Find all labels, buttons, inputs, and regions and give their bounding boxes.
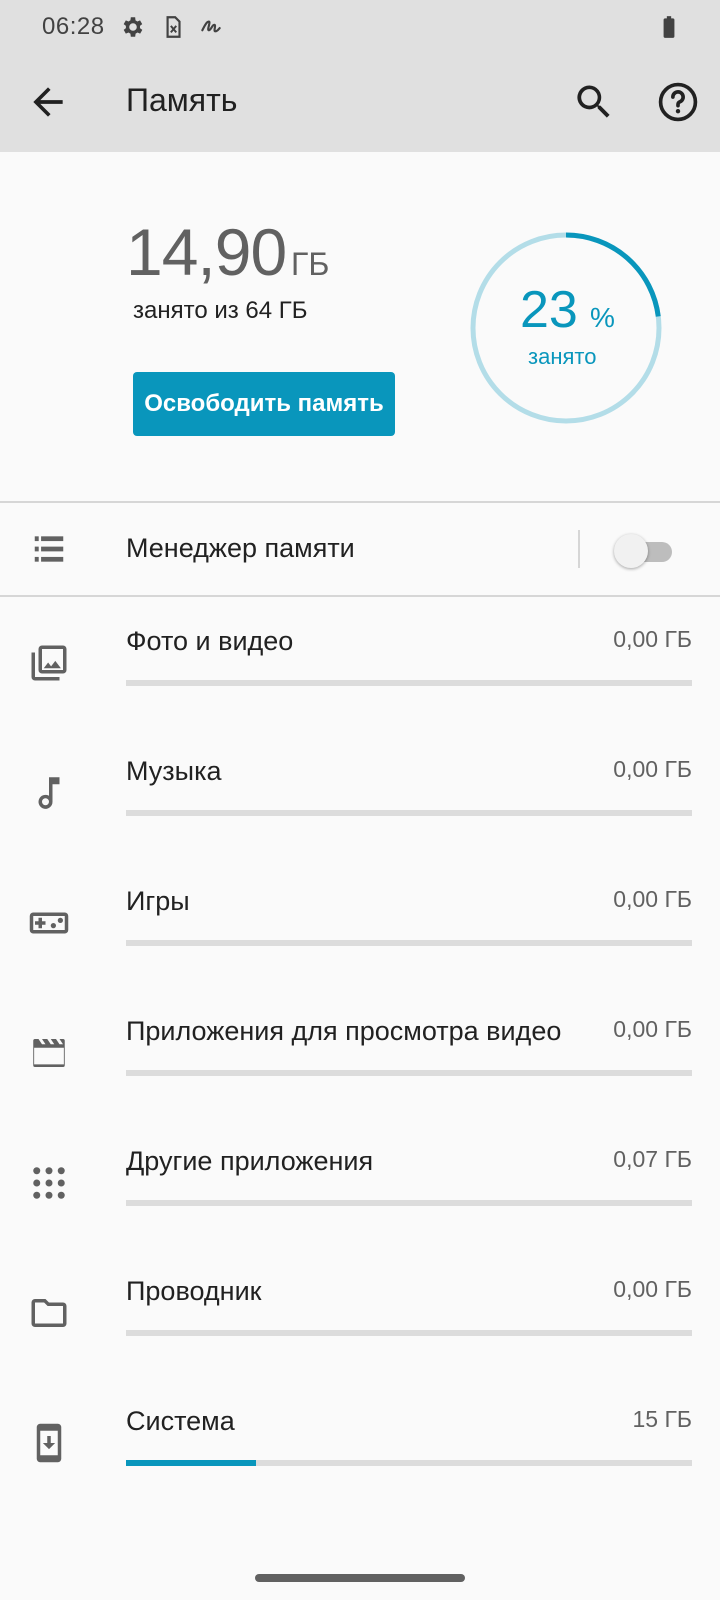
usage-percent-sign: % bbox=[590, 302, 615, 333]
navigation-handle[interactable] bbox=[255, 1574, 465, 1582]
category-usage-bar bbox=[126, 1460, 692, 1466]
system-update-icon bbox=[28, 1422, 70, 1464]
status-time: 06:28 bbox=[42, 13, 105, 40]
category-usage-fill bbox=[126, 1460, 257, 1466]
category-label: Фото и видео bbox=[126, 626, 294, 656]
category-label: Система bbox=[126, 1406, 235, 1436]
category-label: Приложения для просмотра видео bbox=[126, 1016, 562, 1046]
category-size: 15 ГБ bbox=[632, 1406, 692, 1432]
category-size: 0,07 ГБ bbox=[613, 1146, 692, 1172]
category-usage-bar bbox=[126, 1330, 692, 1336]
divider bbox=[0, 595, 720, 597]
category-size: 0,00 ГБ bbox=[613, 1016, 692, 1042]
back-button[interactable] bbox=[26, 80, 70, 124]
page-title: Память bbox=[126, 82, 238, 118]
category-row-other-apps[interactable]: Другие приложения 0,07 ГБ bbox=[0, 1146, 720, 1256]
category-size: 0,00 ГБ bbox=[613, 756, 692, 782]
movie-icon bbox=[28, 1032, 70, 1074]
used-storage-value: 14,90 bbox=[126, 215, 287, 289]
category-usage-bar bbox=[126, 1070, 692, 1076]
category-label: Другие приложения bbox=[126, 1146, 374, 1176]
category-row-system[interactable]: Система 15 ГБ bbox=[0, 1406, 720, 1516]
photo-library-icon bbox=[28, 642, 70, 684]
used-storage-unit: ГБ bbox=[291, 246, 330, 282]
category-label: Музыка bbox=[126, 756, 222, 786]
usage-percent: 23 bbox=[520, 281, 578, 339]
category-size: 0,00 ГБ bbox=[613, 626, 692, 652]
gamepad-icon bbox=[28, 902, 70, 944]
category-usage-bar bbox=[126, 680, 692, 686]
category-row-files[interactable]: Проводник 0,00 ГБ bbox=[0, 1276, 720, 1386]
status-bar: 06:28 bbox=[0, 0, 720, 52]
folder-icon bbox=[28, 1292, 70, 1334]
free-up-space-button[interactable]: Освободить память bbox=[133, 372, 395, 436]
category-row-photos[interactable]: Фото и видео 0,00 ГБ bbox=[0, 626, 720, 736]
category-label: Игры bbox=[126, 886, 190, 916]
help-circle-icon bbox=[658, 82, 698, 122]
music-note-icon bbox=[28, 772, 70, 814]
settings-icon bbox=[120, 14, 146, 40]
signature-icon bbox=[198, 14, 224, 40]
app-bar: Память bbox=[0, 52, 720, 152]
storage-manager-toggle[interactable] bbox=[614, 534, 676, 568]
usage-caption: занято bbox=[528, 344, 597, 369]
category-usage-bar bbox=[126, 940, 692, 946]
category-row-music[interactable]: Музыка 0,00 ГБ bbox=[0, 756, 720, 866]
storage-manager-icon bbox=[30, 530, 68, 568]
divider bbox=[0, 501, 720, 503]
category-row-video-apps[interactable]: Приложения для просмотра видео 0,00 ГБ bbox=[0, 1016, 720, 1126]
category-usage-bar bbox=[126, 1200, 692, 1206]
sim-card-icon bbox=[160, 14, 186, 40]
category-usage-bar bbox=[126, 810, 692, 816]
arrow-back-icon bbox=[33, 87, 63, 117]
used-storage-caption: занято из 64 ГБ bbox=[133, 297, 308, 324]
category-row-games[interactable]: Игры 0,00 ГБ bbox=[0, 886, 720, 996]
category-size: 0,00 ГБ bbox=[613, 886, 692, 912]
search-icon bbox=[577, 85, 610, 118]
apps-grid-icon bbox=[28, 1162, 70, 1204]
battery-icon bbox=[656, 14, 682, 40]
toggle-thumb bbox=[614, 534, 648, 568]
category-label: Проводник bbox=[126, 1276, 262, 1306]
search-button[interactable] bbox=[572, 80, 616, 124]
help-button[interactable] bbox=[656, 80, 700, 124]
storage-manager-label: Менеджер памяти bbox=[126, 533, 355, 563]
category-size: 0,00 ГБ bbox=[613, 1276, 692, 1302]
vertical-separator bbox=[578, 530, 580, 568]
